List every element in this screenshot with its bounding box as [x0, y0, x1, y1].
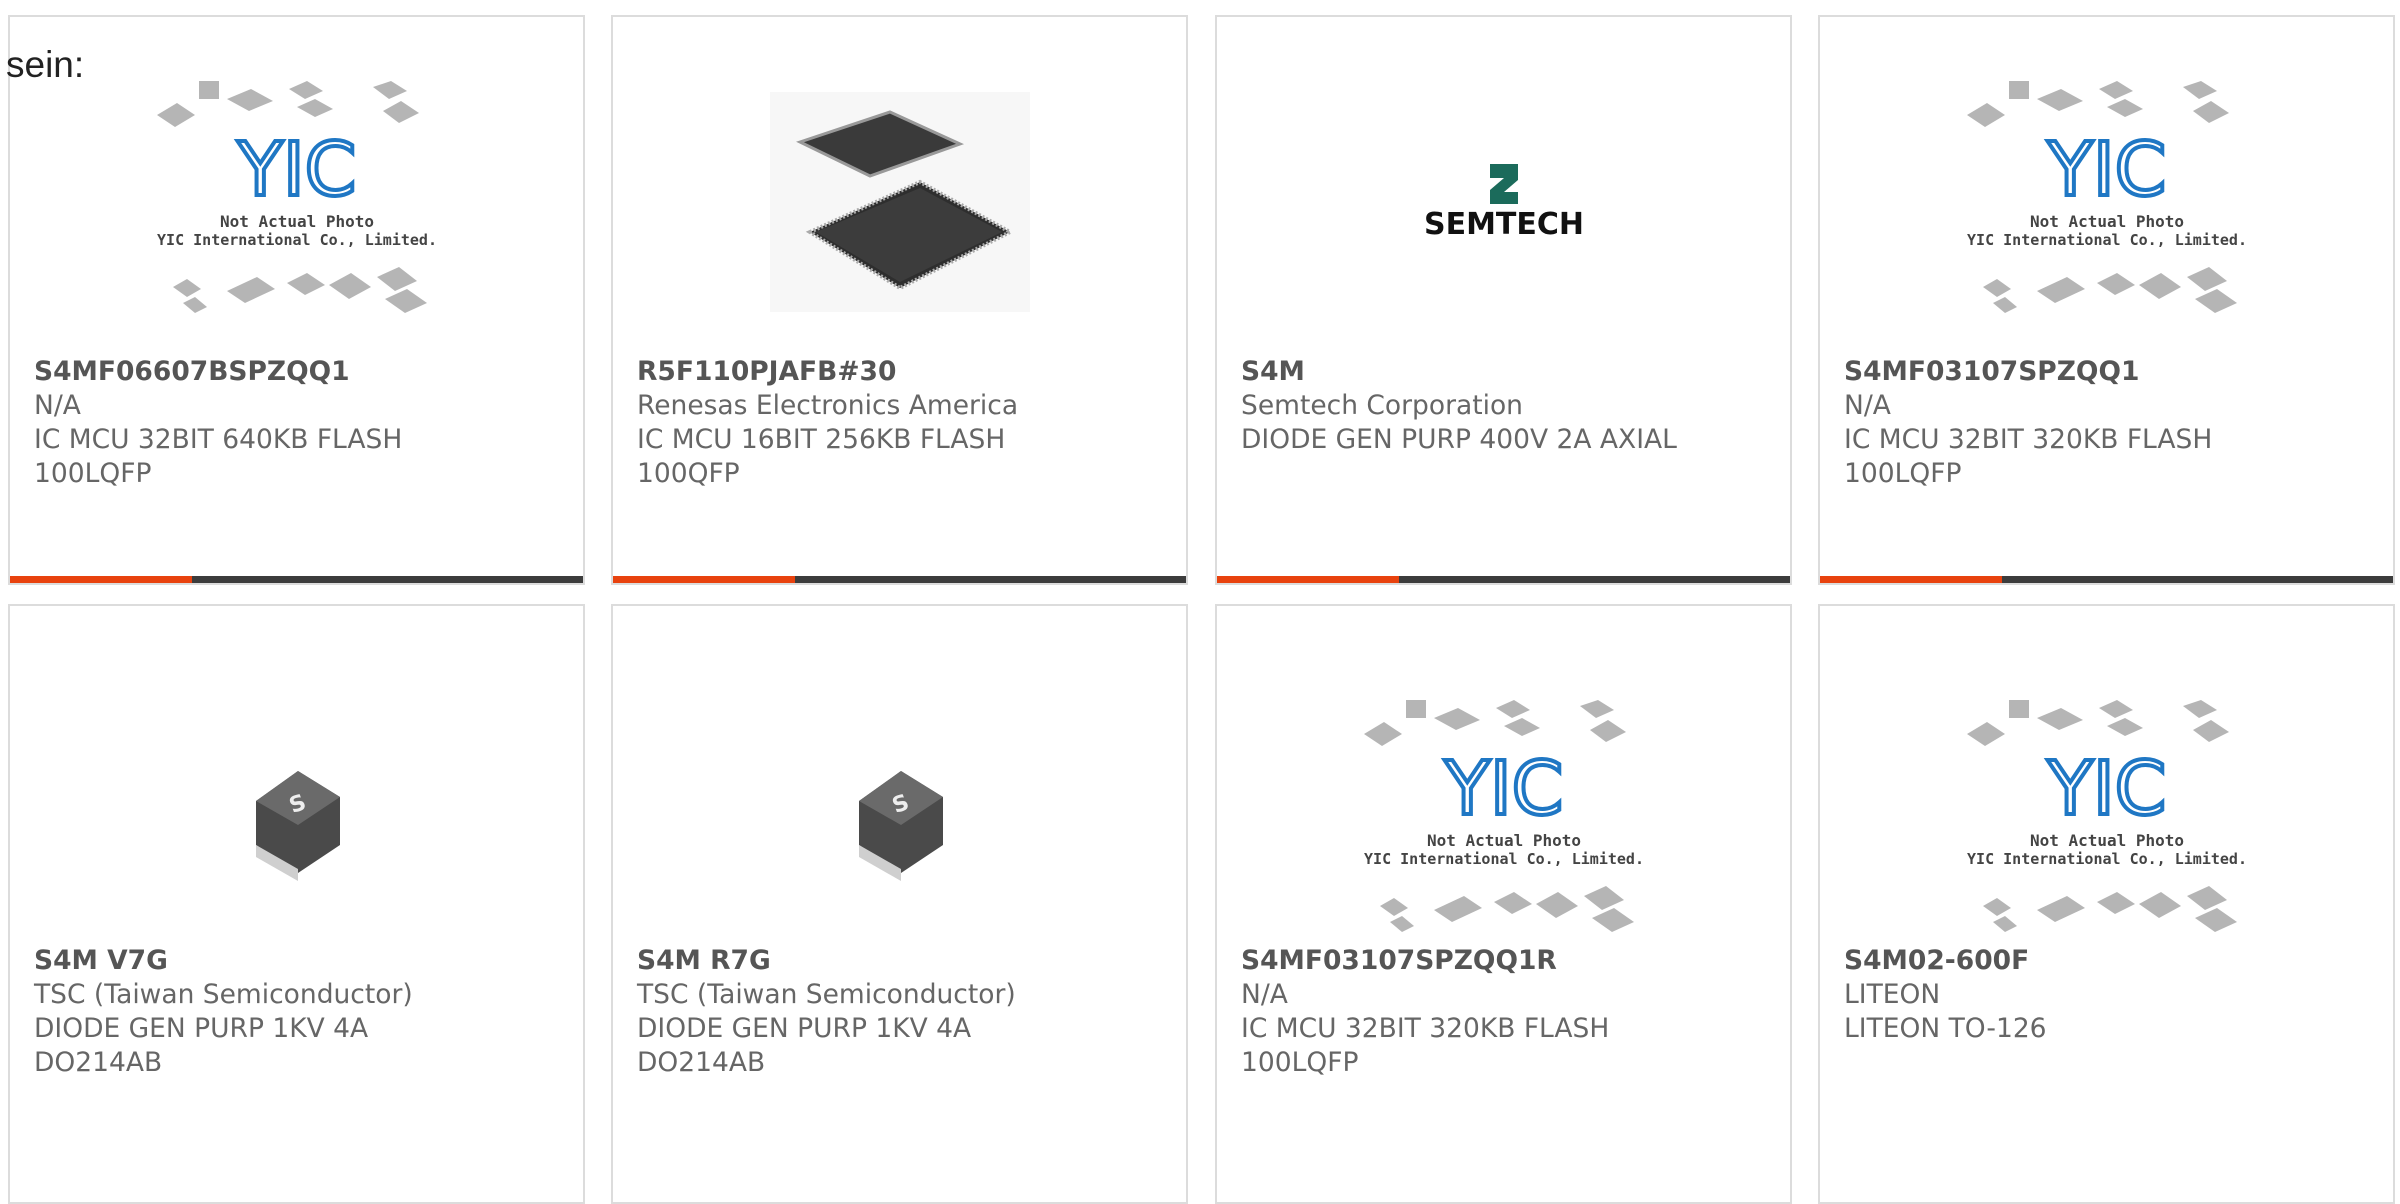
description: IC MCU 32BIT 320KB FLASH [1844, 424, 2213, 455]
part-number[interactable]: S4M V7G [34, 944, 413, 978]
svg-text:YIC International Co., Limited: YIC International Co., Limited. [1967, 231, 2247, 249]
accent-bar [10, 576, 192, 583]
product-image[interactable]: YIC Not Actual Photo YIC International C… [10, 37, 583, 367]
part-number[interactable]: R5F110PJAFB#30 [637, 355, 1018, 389]
accent-bar [1820, 576, 2002, 583]
intro-text: sein: [6, 44, 85, 85]
yic-placeholder-icon: YIC Not Actual Photo YIC International C… [1363, 700, 1644, 932]
yic-logo-text: YIC [236, 127, 356, 213]
part-number[interactable]: S4M R7G [637, 944, 1016, 978]
description: DIODE GEN PURP 400V 2A AXIAL [1241, 424, 1677, 455]
part-number[interactable]: S4M02-600F [1844, 944, 2047, 978]
card-footer-bar [613, 576, 1186, 583]
package: 100LQFP [1844, 458, 1962, 489]
part-number[interactable]: S4M [1241, 355, 1677, 389]
part-number[interactable]: S4MF03107SPZQQ1 [1844, 355, 2212, 389]
semtech-logo-text: SEMTECH [1423, 207, 1583, 242]
product-info: S4M V7G TSC (Taiwan Semiconductor) DIODE… [34, 944, 413, 1080]
qfp-chip-icon [769, 92, 1030, 312]
product-info: S4MF03107SPZQQ1R N/A IC MCU 32BIT 320KB … [1241, 944, 1609, 1080]
card-footer-bar [10, 576, 583, 583]
manufacturer: TSC (Taiwan Semiconductor) [637, 979, 1016, 1010]
yic-logo-text: YIC [2046, 127, 2166, 213]
product-card[interactable]: R5F110PJAFB#30 Renesas Electronics Ameri… [611, 15, 1188, 585]
product-card[interactable]: YIC Not Actual Photo YIC International C… [1215, 604, 1792, 1204]
yic-placeholder-icon: YIC Not Actual Photo YIC International C… [156, 81, 437, 313]
product-card[interactable]: S S4M R7G TSC (Taiwan Semiconductor) DIO… [611, 604, 1188, 1204]
product-info: R5F110PJAFB#30 Renesas Electronics Ameri… [637, 355, 1018, 491]
product-card[interactable]: YIC Not Actual Photo YIC International C… [1818, 15, 2395, 585]
yic-logo-text: YIC [1443, 746, 1563, 832]
product-image[interactable]: SEMTECH [1217, 37, 1790, 367]
description: DIODE GEN PURP 1KV 4A [34, 1013, 369, 1044]
description: IC MCU 16BIT 256KB FLASH [637, 424, 1006, 455]
product-info: S4MF06607BSPZQQ1 N/A IC MCU 32BIT 640KB … [34, 355, 402, 491]
card-footer-bar [1820, 576, 2393, 583]
yic-placeholder-icon: YIC Not Actual Photo YIC International C… [1966, 81, 2247, 313]
manufacturer: Semtech Corporation [1241, 390, 1523, 421]
product-image[interactable] [613, 37, 1186, 367]
product-image[interactable]: S [10, 656, 583, 986]
package: DO214AB [34, 1047, 163, 1078]
description: IC MCU 32BIT 320KB FLASH [1241, 1013, 1610, 1044]
product-info: S4M02-600F LITEON LITEON TO-126 [1844, 944, 2047, 1046]
part-number[interactable]: S4MF03107SPZQQ1R [1241, 944, 1609, 978]
svg-text:YIC International Co., Limited: YIC International Co., Limited. [157, 231, 437, 249]
smd-diode-icon: S [858, 771, 943, 881]
description: LITEON TO-126 [1844, 1013, 2047, 1044]
package: 100LQFP [1241, 1047, 1359, 1078]
accent-bar [613, 576, 795, 583]
product-image[interactable]: YIC Not Actual Photo YIC International C… [1217, 656, 1790, 986]
product-info: S4MF03107SPZQQ1 N/A IC MCU 32BIT 320KB F… [1844, 355, 2212, 491]
package: DO214AB [637, 1047, 766, 1078]
svg-text:Not Actual Photo: Not Actual Photo [2029, 212, 2183, 231]
svg-text:Not Actual Photo: Not Actual Photo [219, 212, 373, 231]
package: 100LQFP [34, 458, 152, 489]
svg-text:Not Actual Photo: Not Actual Photo [1426, 831, 1580, 850]
manufacturer: N/A [1241, 979, 1288, 1010]
manufacturer: LITEON [1844, 979, 1941, 1010]
description: DIODE GEN PURP 1KV 4A [637, 1013, 972, 1044]
smd-diode-icon: S [255, 771, 340, 881]
product-card[interactable]: YIC Not Actual Photo YIC International C… [1818, 604, 2395, 1204]
manufacturer: Renesas Electronics America [637, 390, 1019, 421]
manufacturer: N/A [1844, 390, 1891, 421]
manufacturer: TSC (Taiwan Semiconductor) [34, 979, 413, 1010]
manufacturer: N/A [34, 390, 81, 421]
product-card[interactable]: S S4M V7G TSC (Taiwan Semiconductor) DIO… [8, 604, 585, 1204]
description: IC MCU 32BIT 640KB FLASH [34, 424, 403, 455]
package: 100QFP [637, 458, 740, 489]
product-card[interactable]: YIC Not Actual Photo YIC International C… [8, 15, 585, 585]
product-image[interactable]: YIC Not Actual Photo YIC International C… [1820, 656, 2393, 986]
product-image[interactable]: YIC Not Actual Photo YIC International C… [1820, 37, 2393, 367]
product-info: S4M R7G TSC (Taiwan Semiconductor) DIODE… [637, 944, 1016, 1080]
product-info: S4M Semtech Corporation DIODE GEN PURP 4… [1241, 355, 1677, 457]
accent-bar [1217, 576, 1399, 583]
part-number[interactable]: S4MF06607BSPZQQ1 [34, 355, 402, 389]
svg-text:YIC International Co., Limited: YIC International Co., Limited. [1364, 850, 1644, 868]
svg-text:YIC International Co., Limited: YIC International Co., Limited. [1967, 850, 2247, 868]
yic-logo-text: YIC [2046, 746, 2166, 832]
semtech-logo-icon: SEMTECH [1423, 164, 1584, 242]
product-card[interactable]: SEMTECH S4M Semtech Corporation DIODE GE… [1215, 15, 1792, 585]
card-footer-bar [1217, 576, 1790, 583]
svg-text:Not Actual Photo: Not Actual Photo [2029, 831, 2183, 850]
product-image[interactable]: S [613, 656, 1186, 986]
yic-placeholder-icon: YIC Not Actual Photo YIC International C… [1966, 700, 2247, 932]
